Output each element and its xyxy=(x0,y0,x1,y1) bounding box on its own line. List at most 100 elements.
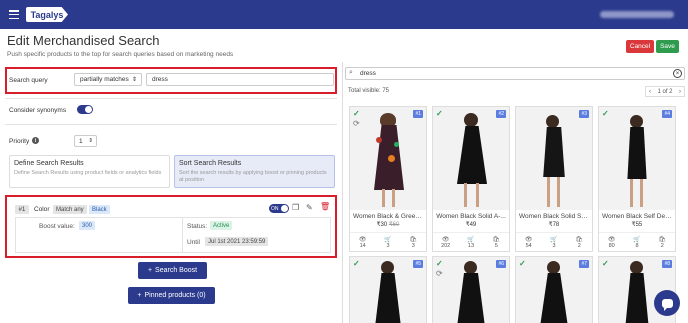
select-arrows-icon: ⇕ xyxy=(88,138,93,144)
cancel-button[interactable]: Cancel xyxy=(626,40,654,53)
views-icon: 👁 xyxy=(524,236,533,243)
brand-logo[interactable]: Tagalys xyxy=(26,7,68,22)
pinned-products-button[interactable]: + Pinned products (0) xyxy=(128,287,215,304)
page-subtitle: Push specific products to the top for se… xyxy=(7,51,234,58)
position-badge: #4 xyxy=(662,110,672,118)
rule-value-chip: Black xyxy=(89,205,110,214)
sales-icon: 🛍 xyxy=(658,236,667,243)
edit-icon[interactable]: ✎ xyxy=(306,203,313,212)
rule-toggle[interactable]: ON xyxy=(269,204,289,213)
clear-search-icon[interactable]: × xyxy=(673,69,682,78)
rule-field: Color xyxy=(34,206,50,213)
divider xyxy=(182,218,183,252)
views-icon: 👁 xyxy=(441,236,450,243)
sort-results-card[interactable]: Sort Search Results Sort the search resu… xyxy=(174,155,335,188)
product-stats: 👁 14 🛒 3 🛍 3 xyxy=(350,232,426,251)
check-icon: ✓ xyxy=(353,109,360,118)
panel-divider xyxy=(342,62,343,323)
define-results-card[interactable]: Define Search Results Define Search Resu… xyxy=(9,155,170,188)
sales-icon: 🛍 xyxy=(575,236,584,243)
views-icon: 👁 xyxy=(607,236,616,243)
menu-icon[interactable] xyxy=(9,10,19,19)
divider xyxy=(5,98,337,99)
cart-icon: 🛒 xyxy=(467,236,475,243)
pinned-products-label: Pinned products (0) xyxy=(144,292,206,299)
total-visible: Total visible: 75 xyxy=(348,88,390,94)
product-price: ₹30 ₹60 xyxy=(376,222,400,228)
next-page-icon[interactable]: › xyxy=(679,89,681,95)
chat-icon xyxy=(661,298,673,311)
product-name: Women Black Self Des... xyxy=(602,213,674,220)
boost-value: 300 xyxy=(79,221,96,230)
priority-value: 1 xyxy=(79,137,83,145)
rule-number: #1 xyxy=(15,205,29,214)
product-image xyxy=(350,107,426,210)
position-badge: #5 xyxy=(413,260,423,268)
product-card[interactable]: #7 ✓ xyxy=(515,256,593,323)
product-card[interactable]: #6 ✓ ⟳ xyxy=(432,256,510,323)
info-icon[interactable]: i xyxy=(32,137,39,144)
search-icon: ⌕ xyxy=(349,69,353,76)
product-card[interactable]: #3 Women Black Solid Sh... ₹78 👁 54 🛒 3 🛍 2 xyxy=(515,106,593,252)
search-query-label: Search query xyxy=(9,77,48,84)
match-type-select[interactable]: partially matches ⇕ xyxy=(74,73,142,86)
position-badge: #2 xyxy=(496,110,506,118)
check-icon: ✓ xyxy=(436,109,443,118)
product-image xyxy=(599,107,675,210)
page-indicator: 1 of 2 xyxy=(657,88,673,95)
position-badge: #7 xyxy=(579,260,589,268)
until-value: Jul 1st 2021 23:59:59 xyxy=(205,237,269,246)
divider xyxy=(5,124,337,125)
prev-page-icon[interactable]: ‹ xyxy=(649,89,651,95)
product-price: ₹78 xyxy=(548,222,560,228)
cart-icon: 🛒 xyxy=(550,236,558,243)
cart-icon: 🛒 xyxy=(633,236,641,243)
delete-icon[interactable]: 🗑 xyxy=(320,202,330,211)
search-query-input[interactable]: dress xyxy=(146,73,334,86)
product-stats: 👁 80 🛒 8 🛍 2 xyxy=(599,232,675,251)
plus-icon: + xyxy=(147,267,153,274)
product-name: Women Black Solid Sh... xyxy=(519,213,591,220)
check-icon: ✓ xyxy=(602,109,609,118)
top-navbar: Tagalys xyxy=(0,0,688,29)
preview-search-input[interactable]: dress xyxy=(345,67,685,80)
define-results-title: Define Search Results xyxy=(14,160,84,167)
save-button[interactable]: Save xyxy=(656,40,679,53)
refresh-icon[interactable]: ⟳ xyxy=(353,119,360,128)
product-name: Women Black & Green ... xyxy=(353,213,426,220)
page-title: Edit Merchandised Search xyxy=(7,33,160,48)
define-results-desc: Define Search Results using product fiel… xyxy=(14,170,162,176)
product-card[interactable]: #1 ✓ ⟳ Women Black & Green ... ₹30 ₹60 👁… xyxy=(349,106,427,252)
sales-icon: 🛍 xyxy=(409,236,418,243)
sort-results-desc: Sort the search results by applying boos… xyxy=(179,170,327,183)
product-card[interactable]: #4 ✓ Women Black Self Des... ₹55 👁 80 🛒 8 … xyxy=(598,106,676,252)
check-icon: ✓ xyxy=(436,259,443,268)
product-image xyxy=(433,107,509,210)
user-menu[interactable] xyxy=(600,11,674,18)
cart-icon: 🛒 xyxy=(384,236,392,243)
synonyms-label: Consider synonyms xyxy=(9,107,67,114)
position-badge: #1 xyxy=(413,110,423,118)
refresh-icon[interactable]: ⟳ xyxy=(436,269,443,278)
product-card[interactable]: #2 ✓ Women Black Solid A-... ₹49 👁 202 🛒 1… xyxy=(432,106,510,252)
priority-label: Priority xyxy=(9,138,30,145)
sort-results-title: Sort Search Results xyxy=(179,160,242,167)
position-badge: #3 xyxy=(579,110,589,118)
check-icon: ✓ xyxy=(519,259,526,268)
plus-icon: + xyxy=(137,292,142,299)
rule-match-chip: Match any xyxy=(53,205,87,214)
check-icon: ✓ xyxy=(602,259,609,268)
priority-select[interactable]: 1 ⇕ xyxy=(74,135,97,147)
product-price: ₹55 xyxy=(631,222,643,228)
views-icon: 👁 xyxy=(358,236,367,243)
product-name: Women Black Solid A-... xyxy=(436,213,506,220)
synonyms-toggle[interactable] xyxy=(77,105,93,114)
status-badge: Active xyxy=(210,221,233,230)
copy-icon[interactable]: ❐ xyxy=(292,203,299,212)
search-boost-button[interactable]: + Search Boost xyxy=(138,262,207,279)
select-arrows-icon: ⇕ xyxy=(131,77,137,83)
product-card[interactable]: #5 ✓ xyxy=(349,256,427,323)
product-image xyxy=(516,107,592,210)
chat-widget-button[interactable] xyxy=(654,290,680,316)
product-stats: 👁 54 🛒 3 🛍 2 xyxy=(516,232,592,251)
